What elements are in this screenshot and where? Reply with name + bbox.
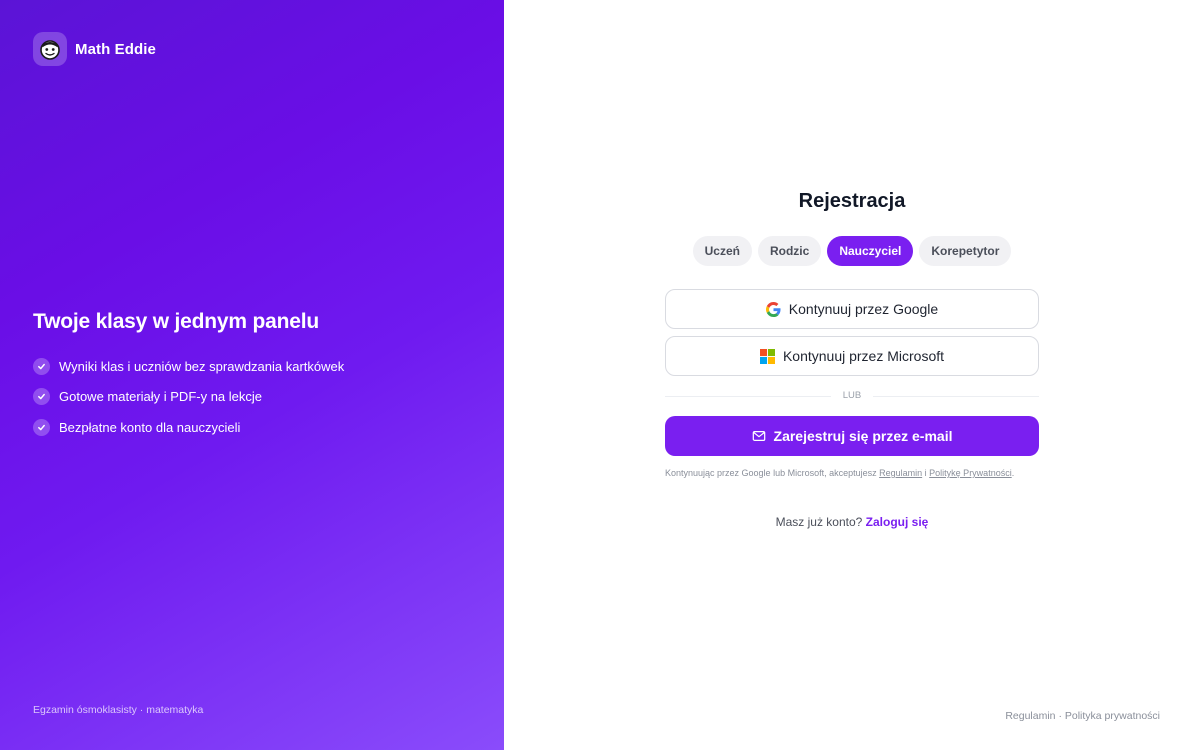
left-footer-text: Egzamin ósmoklasisty · matematyka xyxy=(33,704,204,716)
login-link[interactable]: Zaloguj się xyxy=(866,515,929,529)
or-divider: LUB xyxy=(665,390,1039,402)
check-icon xyxy=(33,357,50,375)
legal-notice: Kontynuując przez Google lub Microsoft, … xyxy=(665,467,1039,480)
footer-terms-link[interactable]: Regulamin xyxy=(1005,710,1055,722)
divider-line xyxy=(873,396,1039,397)
footer-privacy-link[interactable]: Polityka prywatności xyxy=(1065,710,1160,722)
tab-korepetytor[interactable]: Korepetytor xyxy=(919,236,1012,266)
google-icon xyxy=(765,301,781,317)
role-tabs: Uczeń Rodzic Nauczyciel Korepetytor xyxy=(504,236,1200,266)
terms-link[interactable]: Regulamin xyxy=(879,468,922,478)
registration-panel: Rejestracja Uczeń Rodzic Nauczyciel Kore… xyxy=(504,0,1200,750)
hero-panel: Math Eddie Twoje klasy w jednym panelu W… xyxy=(0,0,504,750)
footer-links: Regulamin · Polityka prywatności xyxy=(1005,710,1160,722)
microsoft-icon xyxy=(759,348,775,364)
tab-nauczyciel[interactable]: Nauczyciel xyxy=(827,236,914,266)
feature-item: Wyniki klas i uczniów bez sprawdzania ka… xyxy=(33,356,344,376)
mascot-face-icon xyxy=(33,32,67,66)
login-prompt-text: Masz już konto? xyxy=(775,515,866,529)
tab-uczen[interactable]: Uczeń xyxy=(692,236,752,266)
check-icon xyxy=(33,418,50,436)
feature-text: Gotowe materiały i PDF-y na lekcje xyxy=(59,389,263,404)
feature-list: Wyniki klas i uczniów bez sprawdzania ka… xyxy=(33,356,344,448)
google-signin-button[interactable]: Kontynuuj przez Google xyxy=(665,289,1039,329)
email-button-label: Zarejestruj się przez e-mail xyxy=(773,428,953,444)
brand[interactable]: Math Eddie xyxy=(33,32,156,66)
mail-icon xyxy=(752,429,766,443)
legal-text: Kontynuując przez Google lub Microsoft, … xyxy=(665,468,880,478)
microsoft-button-label: Kontynuuj przez Microsoft xyxy=(782,348,945,364)
legal-text: . xyxy=(1011,468,1015,478)
page-title: Rejestracja xyxy=(798,190,906,212)
tab-rodzic[interactable]: Rodzic xyxy=(757,236,822,266)
check-icon xyxy=(33,388,50,405)
footer-separator: · xyxy=(1055,710,1065,722)
privacy-link[interactable]: Politykę Prywatności xyxy=(929,468,1012,478)
google-button-label: Kontynuuj przez Google xyxy=(788,301,939,317)
email-signup-button[interactable]: Zarejestruj się przez e-mail xyxy=(665,416,1039,456)
login-prompt: Masz już konto? Zaloguj się xyxy=(504,515,1200,529)
microsoft-signin-button[interactable]: Kontynuuj przez Microsoft xyxy=(665,336,1039,376)
feature-item: Bezpłatne konto dla nauczycieli xyxy=(33,417,344,437)
brand-name: Math Eddie xyxy=(75,40,157,58)
hero-title: Twoje klasy w jednym panelu xyxy=(33,310,319,333)
feature-text: Bezpłatne konto dla nauczycieli xyxy=(59,419,241,435)
feature-item: Gotowe materiały i PDF-y na lekcje xyxy=(33,387,344,407)
feature-text: Wyniki klas i uczniów bez sprawdzania ka… xyxy=(59,358,345,374)
